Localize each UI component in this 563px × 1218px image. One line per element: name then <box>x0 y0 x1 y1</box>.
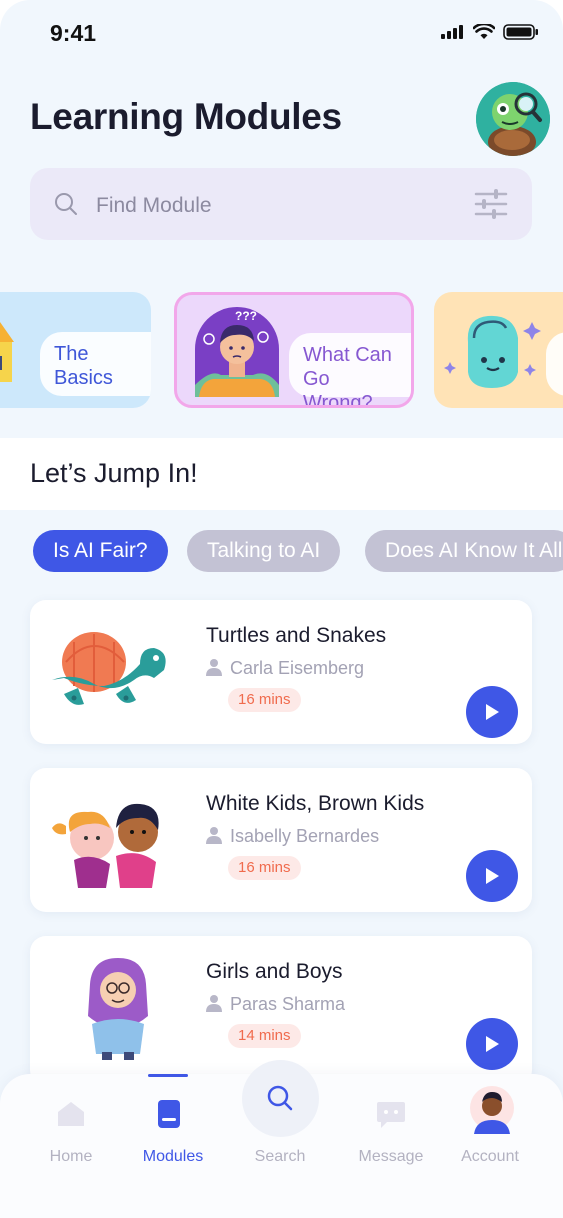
search-icon <box>267 1085 293 1111</box>
chip-does-ai-know-it-all[interactable]: Does AI Know It All <box>365 530 563 572</box>
module-label-line: What Can <box>303 344 392 366</box>
section-header: Let’s Jump In! <box>0 438 563 510</box>
person-icon <box>206 827 222 844</box>
play-icon <box>486 1036 499 1052</box>
course-title: Turtles and Snakes <box>206 624 387 647</box>
house-icon <box>0 322 14 382</box>
wifi-icon <box>473 24 495 39</box>
duration-badge: 16 mins <box>228 688 301 712</box>
module-label-basics: The Basics <box>40 332 151 396</box>
tab-account[interactable]: Account <box>440 1084 540 1184</box>
search-fab[interactable] <box>242 1060 319 1137</box>
course-author: Paras Sharma <box>230 994 346 1014</box>
bottom-tab-bar: Home Modules Search Message Account <box>0 1060 563 1218</box>
tab-search[interactable]: Search <box>230 1060 330 1184</box>
person-icon <box>206 995 222 1012</box>
search-icon <box>55 193 77 215</box>
status-icons <box>441 24 539 40</box>
play-button[interactable] <box>466 850 518 902</box>
module-label-line: Basics <box>54 367 113 389</box>
course-author: Carla Eisemberg <box>230 658 365 678</box>
module-label-line: Go Wrong? <box>303 368 373 408</box>
play-button[interactable] <box>466 686 518 738</box>
duration-badge: 16 mins <box>228 856 301 880</box>
play-icon <box>486 868 499 884</box>
signal-icon <box>441 25 463 39</box>
tab-message[interactable]: Message <box>341 1094 441 1184</box>
course-card[interactable]: White Kids, Brown Kids Isabelly Bernarde… <box>30 768 532 912</box>
tab-label: Account <box>461 1148 519 1165</box>
tab-modules-active-indicator <box>148 1074 188 1077</box>
tab-label: Home <box>49 1148 93 1165</box>
play-icon <box>486 704 499 720</box>
profile-avatar[interactable] <box>476 82 550 156</box>
girl-illustration <box>88 958 148 1060</box>
play-button[interactable] <box>466 1018 518 1070</box>
section-title: Let’s Jump In! <box>30 458 198 488</box>
status-time: 9:41 <box>50 20 97 46</box>
search-input[interactable]: Find Module <box>96 194 212 218</box>
course-card[interactable]: Turtles and Snakes Carla Eisemberg 16 mi… <box>30 600 532 744</box>
module-label-what-can-go-wrong: What Can Go Wrong? <box>289 333 411 405</box>
kids-illustration <box>52 803 159 888</box>
tab-label: Search <box>254 1148 306 1165</box>
person-icon <box>206 659 222 676</box>
module-card-third[interactable] <box>434 292 563 408</box>
turtle-avatar-icon <box>476 82 550 156</box>
tab-modules[interactable]: Modules <box>123 1094 223 1184</box>
course-title: White Kids, Brown Kids <box>206 792 425 815</box>
module-label-third <box>546 332 563 396</box>
page-title: Learning Modules <box>30 96 342 137</box>
tab-home[interactable]: Home <box>21 1094 121 1184</box>
tab-label: Message <box>358 1148 424 1165</box>
message-icon <box>377 1102 405 1128</box>
chip-is-ai-fair[interactable]: Is AI Fair? <box>33 530 168 572</box>
tab-label: Modules <box>142 1148 204 1165</box>
turtle-illustration <box>52 632 166 705</box>
module-card-basics[interactable]: The Basics <box>0 292 151 408</box>
home-icon <box>58 1102 84 1126</box>
battery-icon <box>503 24 538 40</box>
module-card-what-can-go-wrong[interactable]: ??? What Can Go Wrong? <box>174 292 414 408</box>
course-author: Isabelly Bernardes <box>230 826 380 846</box>
book-icon <box>158 1100 180 1128</box>
robot-head-icon <box>444 315 541 388</box>
duration-badge: 14 mins <box>228 1024 301 1048</box>
user-avatar-icon <box>470 1086 514 1134</box>
app-screen: 9:41 Learning Modules Find Module The Ba… <box>0 0 563 1218</box>
chip-talking-to-ai[interactable]: Talking to AI <box>187 530 341 572</box>
question-badge: ??? <box>235 309 257 323</box>
filter-icon[interactable] <box>474 188 508 220</box>
search-bar[interactable]: Find Module <box>30 168 532 240</box>
course-title: Girls and Boys <box>206 960 343 983</box>
module-label-line: The <box>54 343 89 365</box>
